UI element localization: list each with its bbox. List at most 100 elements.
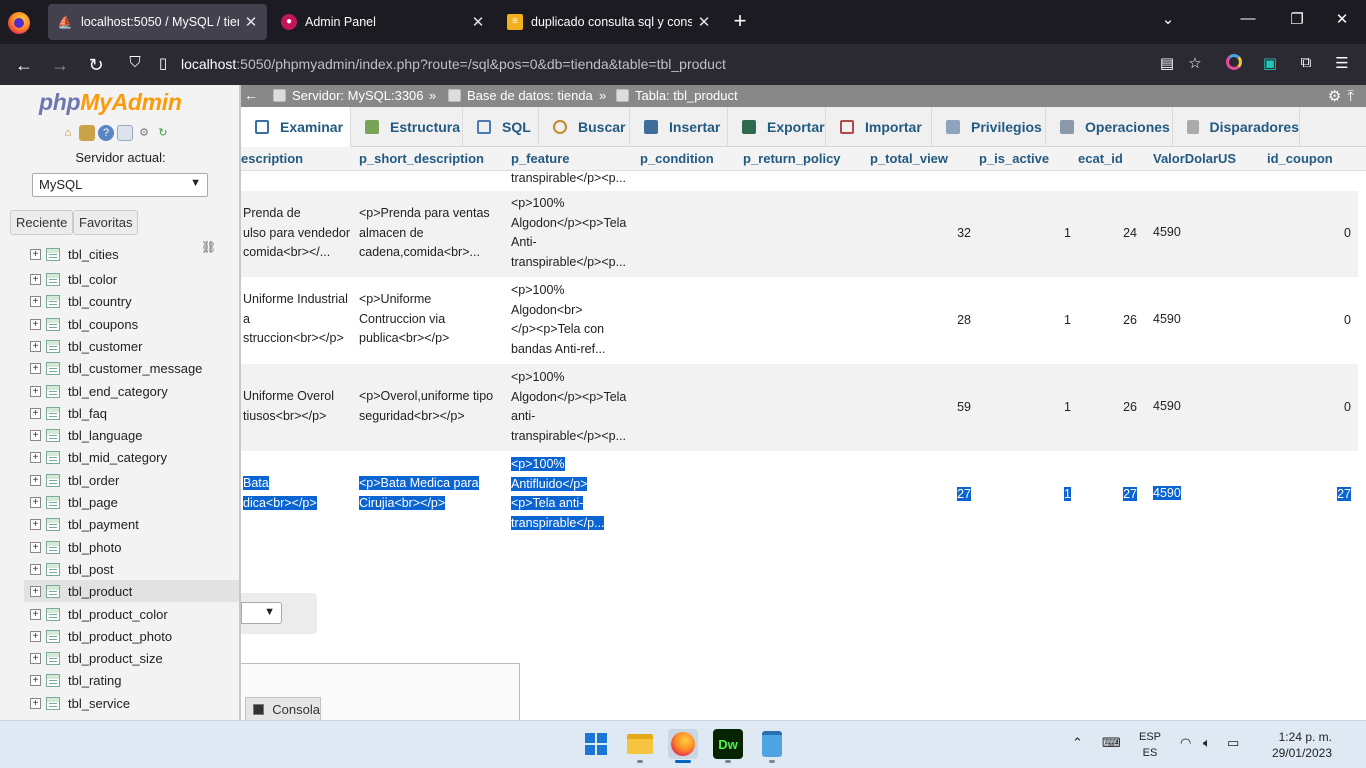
expand-icon[interactable]: + bbox=[30, 248, 41, 260]
expand-icon[interactable]: + bbox=[30, 563, 41, 575]
column-header-valor-dolar[interactable]: ValorDolarUS bbox=[1153, 151, 1236, 166]
table-row[interactable]: Uniforme Overol tiusos<br></p> <p>Overol,… bbox=[241, 364, 1358, 451]
expand-icon[interactable]: + bbox=[30, 340, 41, 352]
tree-item-tbl-country[interactable]: + tbl_country bbox=[24, 290, 239, 312]
close-tab-icon[interactable]: ✕ bbox=[692, 13, 716, 31]
page-settings-icon[interactable]: ⚙︎⤒ bbox=[1328, 87, 1360, 105]
show-hidden-icons-icon[interactable]: ⌃ bbox=[1072, 735, 1083, 751]
tab-exportar[interactable]: Exportar bbox=[728, 107, 826, 147]
column-header-short-description[interactable]: p_short_description bbox=[359, 151, 484, 166]
notepad-icon[interactable] bbox=[757, 729, 787, 759]
tree-item-tbl-order[interactable]: + tbl_order bbox=[24, 469, 239, 491]
expand-icon[interactable]: + bbox=[30, 608, 41, 620]
tree-item-tbl-rating[interactable]: + tbl_rating bbox=[24, 669, 239, 691]
browser-tab-phpmyadmin[interactable]: ⛵ localhost:5050 / MySQL / tienda ✕ bbox=[48, 4, 267, 40]
expand-icon[interactable]: + bbox=[30, 518, 41, 530]
shield-icon[interactable]: ⛉ bbox=[124, 54, 146, 71]
home-icon[interactable]: ⌂ bbox=[60, 125, 76, 141]
tab-estructura[interactable]: Estructura bbox=[351, 107, 463, 147]
console-button[interactable]: Consola bbox=[245, 697, 321, 720]
extensions-icon[interactable]: ⧉ bbox=[1295, 54, 1317, 71]
system-clock[interactable]: 1:24 p. m. 29/01/2023 bbox=[1252, 729, 1332, 761]
tab-buscar[interactable]: Buscar bbox=[539, 107, 630, 147]
breadcrumb-table[interactable]: Tabla: tbl_product bbox=[616, 88, 738, 103]
expand-icon[interactable]: + bbox=[30, 407, 41, 419]
tree-item-tbl-product-size[interactable]: + tbl_product_size bbox=[24, 647, 239, 669]
url-bar[interactable]: localhost:5050/phpmyadmin/index.php?rout… bbox=[181, 56, 726, 72]
tab-privilegios[interactable]: Privilegios bbox=[932, 107, 1046, 147]
tree-item-tbl-product[interactable]: + tbl_product bbox=[24, 580, 239, 602]
expand-icon[interactable]: + bbox=[30, 474, 41, 486]
close-window-icon[interactable]: ✕ bbox=[1330, 10, 1354, 28]
tab-importar[interactable]: Importar bbox=[826, 107, 932, 147]
column-header-is-active[interactable]: p_is_active bbox=[979, 151, 1049, 166]
table-row-selected[interactable]: Bata dica<br></p> <p>Bata Medica para Ciru… bbox=[241, 451, 1358, 538]
column-header-total-view[interactable]: p_total_view bbox=[870, 151, 948, 166]
tree-item-tbl-color[interactable]: + tbl_color bbox=[24, 268, 239, 290]
column-header-description[interactable]: escription bbox=[241, 151, 303, 166]
tab-disparadores[interactable]: Disparadores bbox=[1173, 107, 1300, 147]
expand-icon[interactable]: + bbox=[30, 318, 41, 330]
expand-icon[interactable]: + bbox=[30, 451, 41, 463]
app-menu-icon[interactable]: ☰ bbox=[1331, 54, 1353, 72]
column-header-id-coupon[interactable]: id_coupon bbox=[1267, 151, 1333, 166]
reload-icon[interactable]: ↻ bbox=[84, 53, 108, 77]
tree-item-tbl-product-color[interactable]: + tbl_product_color bbox=[24, 603, 239, 625]
column-header-ecat-id[interactable]: ecat_id bbox=[1078, 151, 1123, 166]
server-select[interactable]: MySQL ▼ bbox=[32, 173, 208, 197]
wifi-icon[interactable]: ◠ bbox=[1180, 735, 1191, 751]
tab-operaciones[interactable]: Operaciones bbox=[1046, 107, 1173, 147]
page-info-icon[interactable]: ▯ bbox=[152, 54, 174, 72]
expand-icon[interactable]: + bbox=[30, 295, 41, 307]
browser-tab-stackoverflow[interactable]: ≡ duplicado consulta sql y consult ✕ bbox=[498, 4, 720, 40]
forward-icon[interactable]: → bbox=[48, 53, 72, 77]
expand-icon[interactable]: + bbox=[30, 273, 41, 285]
tree-item-tbl-photo[interactable]: + tbl_photo bbox=[24, 536, 239, 558]
column-header-feature[interactable]: p_feature bbox=[511, 151, 570, 166]
bookmark-star-icon[interactable]: ☆ bbox=[1184, 54, 1206, 72]
browser-tab-admin-panel[interactable]: ● Admin Panel ✕ bbox=[272, 4, 494, 40]
action-select[interactable]: ▼ bbox=[241, 602, 282, 624]
firefox-menu-icon[interactable] bbox=[8, 12, 30, 34]
volume-icon[interactable]: 🔈︎ bbox=[1203, 735, 1211, 751]
table-row[interactable]: Prenda de ulso para vendedor comida<br></.… bbox=[241, 191, 1358, 277]
tree-item-tbl-language[interactable]: + tbl_language bbox=[24, 424, 239, 446]
expand-icon[interactable]: + bbox=[30, 652, 41, 664]
back-icon[interactable]: ← bbox=[12, 53, 36, 77]
logout-icon[interactable] bbox=[79, 125, 95, 141]
tree-item-tbl-cities[interactable]: + tbl_cities bbox=[24, 243, 239, 265]
tab-sql[interactable]: SQL bbox=[463, 107, 539, 147]
tree-item-tbl-product-photo[interactable]: + tbl_product_photo bbox=[24, 625, 239, 647]
column-header-return-policy[interactable]: p_return_policy bbox=[743, 151, 841, 166]
color-extension-icon[interactable] bbox=[1223, 54, 1245, 74]
new-tab-icon[interactable]: + bbox=[728, 10, 752, 34]
help-icon[interactable]: ? bbox=[98, 125, 114, 141]
expand-icon[interactable]: + bbox=[30, 541, 41, 553]
expand-icon[interactable]: + bbox=[30, 385, 41, 397]
breadcrumb-database[interactable]: Base de datos: tienda bbox=[448, 88, 593, 103]
documentation-icon[interactable] bbox=[117, 125, 133, 141]
close-tab-icon[interactable]: ✕ bbox=[239, 13, 263, 31]
tree-item-tbl-payment[interactable]: + tbl_payment bbox=[24, 513, 239, 535]
tree-item-tbl-page[interactable]: + tbl_page bbox=[24, 491, 239, 513]
tab-examinar[interactable]: Examinar bbox=[241, 107, 351, 147]
settings-gear-icon[interactable]: ⚙ bbox=[136, 125, 152, 141]
input-language[interactable]: ESP ES bbox=[1134, 729, 1166, 761]
start-windows-icon[interactable] bbox=[581, 729, 611, 759]
dreamweaver-icon[interactable]: Dw bbox=[713, 729, 743, 759]
tree-item-tbl-service[interactable]: + tbl_service bbox=[24, 692, 239, 714]
expand-icon[interactable]: + bbox=[30, 496, 41, 508]
phpmyadmin-logo[interactable]: phpMyAdmin bbox=[39, 89, 182, 116]
list-all-tabs-icon[interactable]: ⌄ bbox=[1156, 10, 1180, 28]
file-explorer-icon[interactable] bbox=[625, 729, 655, 759]
tree-item-tbl-mid-category[interactable]: + tbl_mid_category bbox=[24, 446, 239, 468]
tree-item-tbl-coupons[interactable]: + tbl_coupons bbox=[24, 313, 239, 335]
breadcrumb-server[interactable]: Servidor: MySQL:3306 bbox=[273, 88, 424, 103]
column-header-condition[interactable]: p_condition bbox=[640, 151, 714, 166]
tree-item-tbl-customer-message[interactable]: + tbl_customer_message bbox=[24, 357, 239, 379]
tree-item-tbl-faq[interactable]: + tbl_faq bbox=[24, 402, 239, 424]
expand-icon[interactable]: + bbox=[30, 362, 41, 374]
tab-insertar[interactable]: Insertar bbox=[630, 107, 728, 147]
close-tab-icon[interactable]: ✕ bbox=[466, 13, 490, 31]
expand-icon[interactable]: + bbox=[30, 674, 41, 686]
